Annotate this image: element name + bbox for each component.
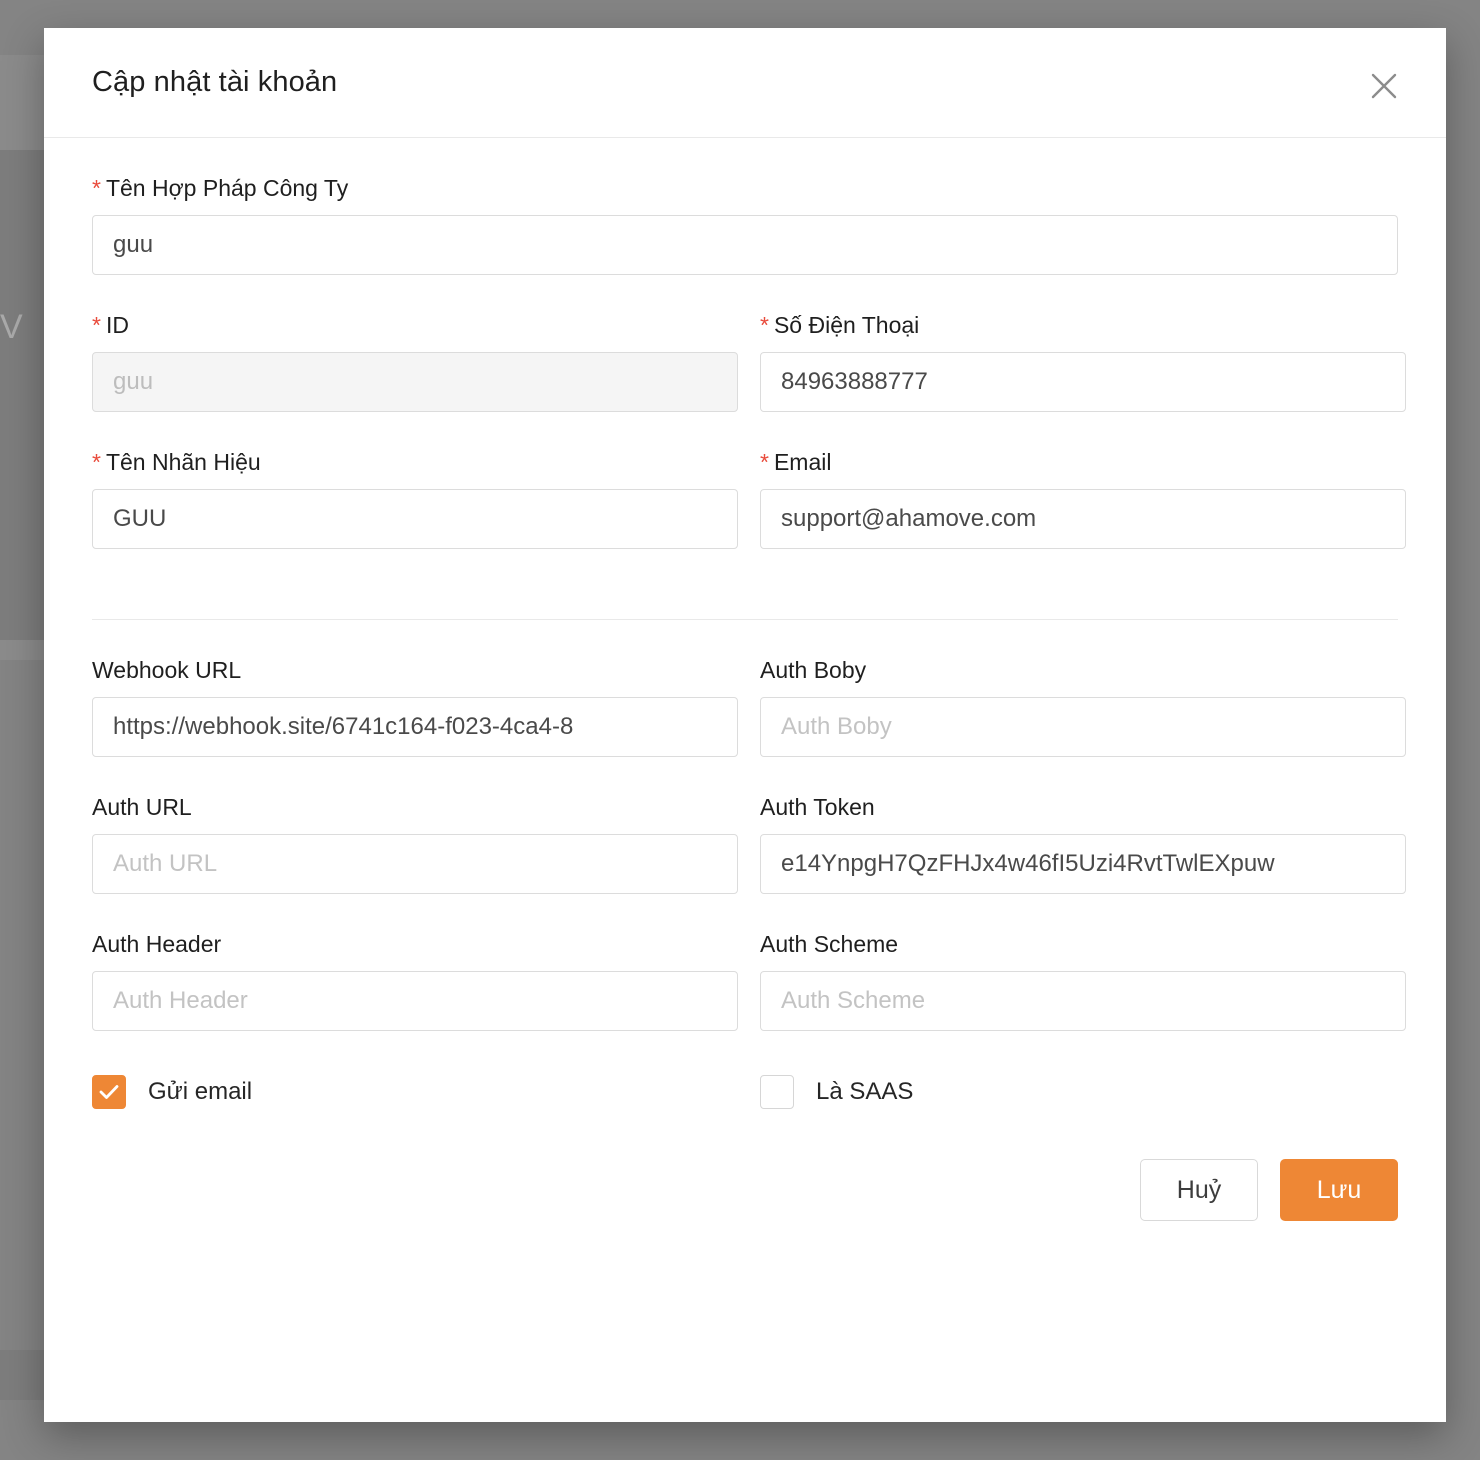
field-company-legal-name: * Tên Hợp Pháp Công Ty guu	[92, 138, 1398, 275]
field-webhook-url: Webhook URL https://webhook.site/6741c16…	[92, 620, 738, 757]
required-mark: *	[92, 175, 101, 201]
company-legal-name-input[interactable]: guu	[92, 215, 1398, 275]
input-placeholder: Auth URL	[113, 850, 218, 877]
field-label-text: Email	[773, 449, 832, 475]
field-phone: * Số Điện Thoại 84963888777	[760, 275, 1406, 412]
field-label: Auth Boby	[760, 620, 1406, 697]
field-auth-token: Auth Token e14YnpgH7QzFHJx4w46fI5Uzi4Rvt…	[760, 757, 1406, 894]
is-saas-checkbox[interactable]	[760, 1075, 794, 1109]
form-row-checkboxes: Gửi email Là SAAS	[92, 1075, 1398, 1109]
field-label-text: Auth Header	[92, 931, 222, 957]
field-label: Auth URL	[92, 757, 738, 834]
phone-input[interactable]: 84963888777	[760, 352, 1406, 412]
form-row-brand-email: * Tên Nhãn Hiệu GUU * Email support@ahamov…	[92, 412, 1406, 549]
field-label: * ID	[92, 275, 738, 352]
field-label: Auth Scheme	[760, 894, 1406, 971]
input-placeholder: Auth Header	[113, 987, 248, 1014]
field-label: Auth Header	[92, 894, 738, 971]
field-label-text: Số Điện Thoại	[773, 312, 920, 338]
send-email-checkbox[interactable]	[92, 1075, 126, 1109]
field-label-text: Auth Boby	[760, 657, 867, 683]
field-label: * Tên Nhãn Hiệu	[92, 412, 738, 489]
required-mark: *	[92, 449, 101, 475]
dialog-footer: Huỷ Lưu	[92, 1159, 1398, 1231]
is-saas-checkbox-row[interactable]: Là SAAS	[760, 1075, 913, 1109]
form-row-authheader-authscheme: Auth Header Auth Header Auth Scheme Auth…	[92, 894, 1406, 1031]
field-label-text: Auth URL	[92, 794, 192, 820]
dialog-header: Cập nhật tài khoản	[44, 28, 1446, 138]
field-auth-url: Auth URL Auth URL	[92, 757, 738, 894]
auth-token-input[interactable]: e14YnpgH7QzFHJx4w46fI5Uzi4RvtTwlEXpuw	[760, 834, 1406, 894]
form-row-authurl-authtoken: Auth URL Auth URL Auth Token e14YnpgH7Qz…	[92, 757, 1406, 894]
update-account-dialog: Cập nhật tài khoản * Tên Hợp Pháp Công Ty…	[44, 28, 1446, 1422]
email-input[interactable]: support@ahamove.com	[760, 489, 1406, 549]
field-label-text: Auth Token	[760, 794, 875, 820]
backdrop-band	[0, 640, 44, 660]
webhook-url-input[interactable]: https://webhook.site/6741c164-f023-4ca4-…	[92, 697, 738, 757]
field-auth-scheme: Auth Scheme Auth Scheme	[760, 894, 1406, 1031]
field-label-text: Tên Hợp Pháp Công Ty	[105, 175, 349, 201]
field-label: Webhook URL	[92, 620, 738, 697]
input-value: e14YnpgH7QzFHJx4w46fI5Uzi4RvtTwlEXpuw	[781, 850, 1275, 877]
field-auth-header: Auth Header Auth Header	[92, 894, 738, 1031]
required-mark: *	[760, 449, 769, 475]
send-email-label: Gửi email	[148, 1078, 253, 1105]
field-label-text: Webhook URL	[92, 657, 242, 683]
auth-body-input[interactable]: Auth Boby	[760, 697, 1406, 757]
id-input: guu	[92, 352, 738, 412]
field-label: Auth Token	[760, 757, 1406, 834]
input-value: https://webhook.site/6741c164-f023-4ca4-…	[113, 713, 574, 740]
input-value: support@ahamove.com	[781, 505, 1037, 532]
required-mark: *	[92, 312, 101, 338]
field-label: * Tên Hợp Pháp Công Ty	[92, 138, 1398, 215]
field-label-text: Tên Nhãn Hiệu	[105, 449, 261, 475]
field-label-text: ID	[105, 312, 129, 338]
dialog-title: Cập nhật tài khoản	[92, 66, 338, 98]
auth-header-input[interactable]: Auth Header	[92, 971, 738, 1031]
input-value: guu	[113, 368, 154, 395]
save-button[interactable]: Lưu	[1280, 1159, 1398, 1221]
dialog-body: * Tên Hợp Pháp Công Ty guu * ID guu * Số Đi…	[44, 138, 1446, 1231]
backdrop-band	[0, 150, 44, 640]
input-value: guu	[113, 231, 154, 258]
is-saas-label: Là SAAS	[816, 1078, 914, 1105]
auth-url-input[interactable]: Auth URL	[92, 834, 738, 894]
input-value: GUU	[113, 505, 167, 532]
field-id: * ID guu	[92, 275, 738, 412]
input-placeholder: Auth Boby	[781, 713, 892, 740]
cancel-button[interactable]: Huỷ	[1140, 1159, 1258, 1221]
input-placeholder: Auth Scheme	[781, 987, 926, 1014]
send-email-checkbox-row[interactable]: Gửi email	[92, 1075, 738, 1109]
form-row-webhook-authbody: Webhook URL https://webhook.site/6741c16…	[92, 620, 1406, 757]
field-brand-name: * Tên Nhãn Hiệu GUU	[92, 412, 738, 549]
backdrop-band	[0, 1350, 44, 1400]
form-row-id-phone: * ID guu * Số Điện Thoại 84963888777	[92, 275, 1406, 412]
brand-name-input[interactable]: GUU	[92, 489, 738, 549]
field-label-text: Auth Scheme	[760, 931, 899, 957]
field-label: * Email	[760, 412, 1406, 489]
field-auth-body: Auth Boby Auth Boby	[760, 620, 1406, 757]
field-email: * Email support@ahamove.com	[760, 412, 1406, 549]
auth-scheme-input[interactable]: Auth Scheme	[760, 971, 1406, 1031]
backdrop-glyph: V	[0, 308, 23, 346]
field-label: * Số Điện Thoại	[760, 275, 1406, 352]
input-value: 84963888777	[781, 368, 928, 395]
form-row-company: * Tên Hợp Pháp Công Ty guu	[92, 138, 1398, 275]
close-icon[interactable]	[1362, 64, 1406, 108]
required-mark: *	[760, 312, 769, 338]
backdrop-band	[0, 55, 44, 150]
